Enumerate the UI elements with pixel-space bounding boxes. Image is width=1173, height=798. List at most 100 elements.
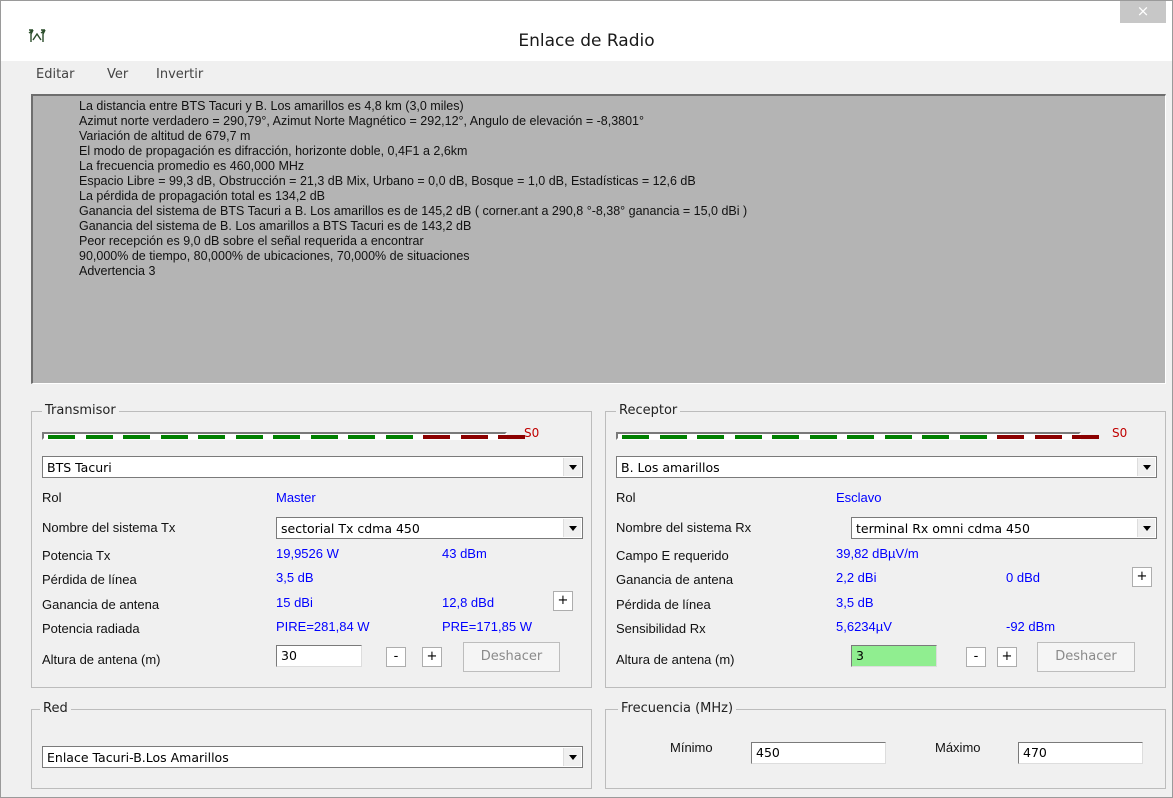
rx-station-value: B. Los amarillos [621, 460, 720, 475]
report-line: La frecuencia promedio es 460,000 MHz [79, 159, 305, 173]
report-line: Peor recepción es 9,0 dB sobre el señal … [79, 234, 424, 248]
tx-station-select[interactable]: BTS Tacuri [42, 456, 583, 478]
freq-max-input[interactable]: 470 [1018, 742, 1143, 764]
meter-segment-green [160, 435, 188, 439]
chevron-down-icon[interactable] [1137, 519, 1155, 537]
tx-gain-plus-button[interactable]: + [553, 591, 573, 611]
rx-gain-dbd: 0 dBd [1006, 570, 1040, 585]
menu-editar[interactable]: Editar [36, 67, 75, 82]
report-line: La distancia entre BTS Tacuri y B. Los a… [79, 99, 464, 113]
meter-segment-green [884, 435, 912, 439]
rx-signal-level: S0 [1112, 426, 1128, 440]
chevron-down-icon[interactable] [563, 519, 581, 537]
chevron-down-icon[interactable] [563, 748, 581, 766]
report-line: Espacio Libre = 99,3 dB, Obstrucción = 2… [79, 174, 696, 188]
rx-height-minus-button[interactable]: - [966, 647, 986, 667]
tx-undo-button[interactable]: Deshacer [463, 642, 560, 672]
tx-pre-value: PRE=171,85 W [442, 619, 532, 634]
transmisor-legend: Transmisor [42, 403, 119, 418]
receptor-legend: Receptor [616, 403, 681, 418]
tx-gain-label: Ganancia de antena [42, 597, 160, 612]
rx-loss-value: 3,5 dB [836, 595, 874, 610]
report-line: Azimut norte verdadero = 290,79°, Azimut… [79, 114, 645, 128]
meter-segment-red [423, 435, 450, 439]
freq-min-label: Mínimo [670, 740, 713, 755]
meter-segment-red [1034, 435, 1062, 439]
meter-segment-green [48, 435, 75, 439]
meter-segment-red [460, 435, 488, 439]
rx-system-label: Nombre del sistema Rx [616, 520, 752, 535]
tx-height-input[interactable]: 30 [276, 645, 362, 667]
rx-signal-meter [616, 432, 1099, 440]
transmisor-group: Transmisor S0 BTS Tacuri Rol Master Nomb… [31, 403, 592, 688]
report-line: Ganancia del sistema de BTS Tacuri a B. … [79, 204, 748, 218]
meter-segment-green [772, 435, 799, 439]
receptor-group: Receptor S0 B. Los amarillos Rol Esclavo… [605, 403, 1166, 688]
report-line: La pérdida de propagación total es 134,2… [79, 189, 326, 203]
rx-sens-dbm: -92 dBm [1006, 619, 1056, 634]
window-title: Enlace de Radio [518, 31, 655, 51]
meter-segment-green [659, 435, 687, 439]
tx-rol-label: Rol [42, 490, 62, 505]
meter-segment-green [235, 435, 263, 439]
report-line: El modo de propagación es difracción, ho… [79, 144, 468, 158]
rx-rol-label: Rol [616, 490, 636, 505]
tx-station-value: BTS Tacuri [47, 460, 112, 475]
tx-power-w: 19,9526 W [276, 546, 339, 561]
tx-height-plus-button[interactable]: + [422, 647, 442, 667]
meter-segment-green [273, 435, 300, 439]
report-line: Variación de altitud de 679,7 m [79, 129, 251, 143]
meter-segment-green [922, 435, 949, 439]
tx-signal-level: S0 [524, 426, 540, 440]
meter-segment-red [997, 435, 1024, 439]
menu-invertir[interactable]: Invertir [156, 67, 203, 82]
link-report-panel: La distancia entre BTS Tacuri y B. Los a… [31, 94, 1166, 384]
rx-height-label: Altura de antena (m) [616, 652, 735, 667]
rx-sens-uv: 5,6234µV [836, 619, 892, 634]
rx-system-select[interactable]: terminal Rx omni cdma 450 [851, 517, 1157, 539]
freq-max-label: Máximo [935, 740, 981, 755]
menu-ver[interactable]: Ver [107, 67, 128, 82]
rx-gain-dbi: 2,2 dBi [836, 570, 877, 585]
meter-segment-green [348, 435, 375, 439]
rx-height-input[interactable]: 3 [851, 645, 937, 667]
meter-segment-green [123, 435, 150, 439]
meter-segment-green [809, 435, 837, 439]
red-legend: Red [40, 701, 71, 716]
tx-loss-value: 3,5 dB [276, 570, 314, 585]
rx-station-select[interactable]: B. Los amarillos [616, 456, 1157, 478]
meter-segment-red [498, 435, 525, 439]
rx-height-plus-button[interactable]: + [997, 647, 1017, 667]
menu-bar: Editar Ver Invertir [1, 63, 1172, 87]
tx-system-select[interactable]: sectorial Tx cdma 450 [276, 517, 583, 539]
network-select[interactable]: Enlace Tacuri-B.Los Amarillos [42, 746, 583, 768]
meter-segment-green [734, 435, 762, 439]
freq-min-input[interactable]: 450 [751, 742, 886, 764]
tx-system-value: sectorial Tx cdma 450 [281, 521, 420, 536]
tx-height-minus-button[interactable]: - [386, 647, 406, 667]
rx-loss-label: Pérdida de línea [616, 597, 711, 612]
report-line: Ganancia del sistema de B. Los amarillos… [79, 219, 472, 233]
red-group: Red Enlace Tacuri-B.Los Amarillos [31, 701, 592, 789]
chevron-down-icon[interactable] [563, 458, 581, 476]
meter-segment-green [697, 435, 724, 439]
frequency-group: Frecuencia (MHz) Mínimo 450 Máximo 470 [605, 701, 1166, 789]
rx-field-label: Campo E requerido [616, 548, 729, 563]
report-line: 90,000% de tiempo, 80,000% de ubicacione… [79, 249, 470, 263]
meter-segment-green [310, 435, 338, 439]
rx-rol-value: Esclavo [836, 490, 882, 505]
rx-undo-button[interactable]: Deshacer [1037, 642, 1135, 672]
close-button[interactable]: × [1120, 1, 1166, 23]
rx-gain-plus-button[interactable]: + [1132, 567, 1152, 587]
tx-height-label: Altura de antena (m) [42, 652, 161, 667]
tx-system-label: Nombre del sistema Tx [42, 520, 176, 535]
tx-gain-dbi: 15 dBi [276, 595, 313, 610]
meter-segment-green [622, 435, 649, 439]
meter-segment-green [85, 435, 113, 439]
meter-segment-green [198, 435, 225, 439]
chevron-down-icon[interactable] [1137, 458, 1155, 476]
rx-gain-label: Ganancia de antena [616, 572, 734, 587]
network-value: Enlace Tacuri-B.Los Amarillos [47, 750, 229, 765]
tx-radiated-label: Potencia radiada [42, 621, 140, 636]
rx-sens-label: Sensibilidad Rx [616, 621, 706, 636]
